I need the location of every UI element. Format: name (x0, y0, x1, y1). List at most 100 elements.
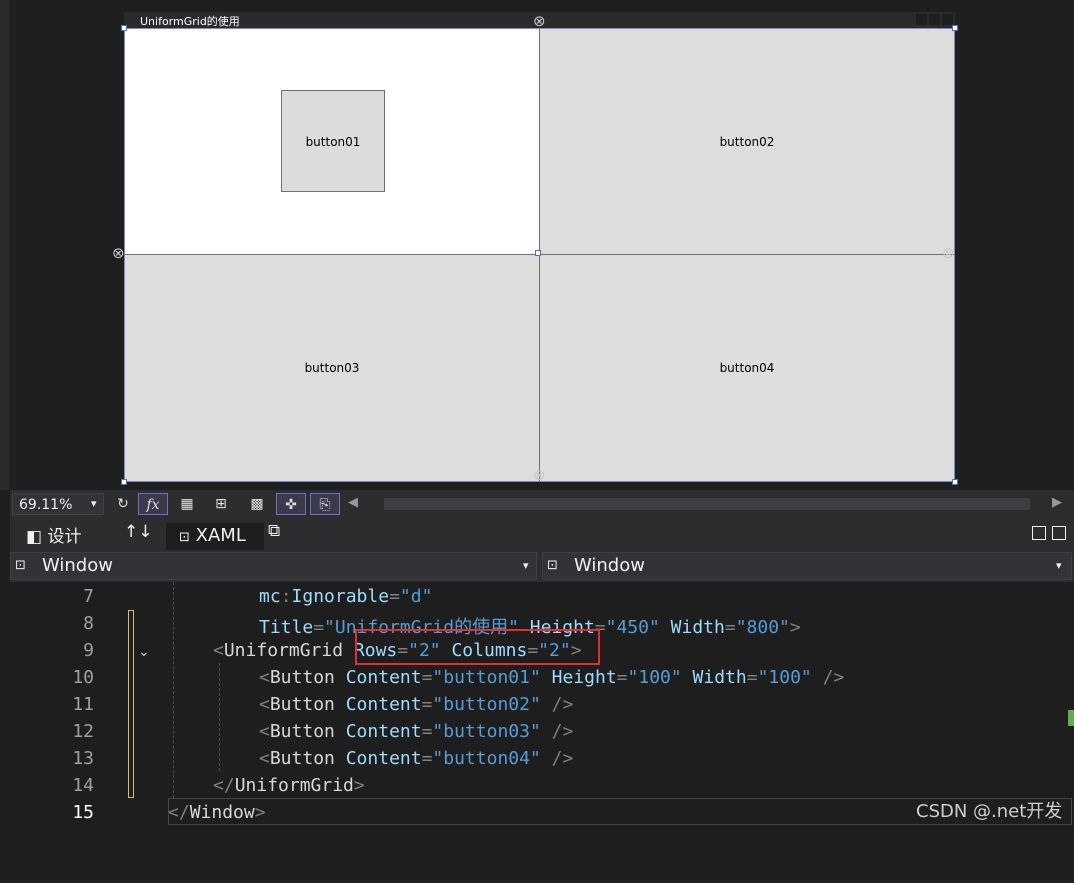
swap-panes-icon[interactable]: ↑↓ (124, 522, 153, 542)
token: Ignorable (291, 586, 390, 607)
scroll-right-icon[interactable]: ▶ (1052, 495, 1062, 510)
button03-control[interactable]: button03 (125, 255, 539, 480)
popout-xaml-icon[interactable]: ⧉ (268, 521, 280, 541)
resize-handle-center[interactable] (535, 250, 541, 256)
token: Content (345, 748, 422, 769)
xaml-code-editor[interactable]: ⌄ 7 mc:Ignorable="d" 8 Title="UniformGri… (10, 582, 1074, 828)
token: </ (213, 775, 235, 796)
snap-gridlines-icon[interactable]: ⊞ (206, 493, 236, 515)
token: = (421, 667, 433, 688)
designed-window[interactable]: UniformGrid的使用 button01 button02 button0… (112, 12, 958, 485)
token: Button (269, 667, 335, 688)
token: Content (345, 721, 422, 742)
button04-control[interactable]: button04 (540, 255, 954, 480)
token: Window (189, 802, 255, 823)
token: = (421, 721, 433, 742)
token: = (421, 748, 433, 769)
close-box-icon (942, 14, 953, 25)
code-line: 11 <Button Content="button02" /> (10, 691, 1074, 718)
token: /> (551, 694, 574, 715)
vertical-split-icon[interactable] (1032, 526, 1046, 540)
token: Title (259, 617, 314, 638)
code-text: <Button Content="button03" /> (259, 721, 573, 742)
token: < (213, 640, 224, 661)
element-icon: ⊡ (547, 558, 558, 573)
token: < (259, 667, 270, 688)
element-icon: ⊡ (15, 558, 26, 573)
watermark: CSDN @.net开发 (916, 801, 1063, 822)
fx-effects-button[interactable]: fx (138, 493, 168, 515)
horizontal-split-icon[interactable] (1052, 526, 1066, 540)
code-text: </UniformGrid> (213, 775, 365, 796)
token: "button01" (432, 667, 541, 688)
tab-xaml[interactable]: ⊡ XAML (166, 523, 264, 550)
left-margin-link-icon[interactable]: ⊗ (112, 246, 125, 261)
scroll-left-icon[interactable]: ◀ (348, 495, 358, 510)
resize-handle-top-right[interactable] (952, 25, 958, 31)
zoom-dropdown[interactable]: 69.11% ▾ (12, 493, 104, 515)
token: /> (551, 721, 574, 742)
zoom-value: 69.11% (19, 497, 73, 513)
horizontal-scrollbar[interactable] (384, 498, 1030, 510)
bottom-margin-link-icon[interactable]: ⊗ (533, 468, 546, 483)
token: = (724, 617, 736, 638)
code-text: <Button Content="button04" /> (259, 748, 573, 769)
designer-toolbar: 69.11% ▾ ↻ fx ▦ ⊞ ▩ ✜ ⎘ ◀ ▶ (10, 490, 1074, 518)
minimize-box-icon (916, 14, 927, 25)
grid-cell-1: button01 (125, 29, 539, 254)
line-number: 13 (72, 748, 94, 769)
element-selector-left[interactable]: ⊡ Window ▾ (10, 552, 537, 580)
token: > (254, 802, 266, 823)
token: < (259, 694, 270, 715)
code-text: <Button Content="button01" Height="100" … (259, 667, 844, 688)
scrollbar-change-marker (1068, 710, 1074, 726)
tab-design[interactable]: ◧ 设计 (26, 522, 82, 547)
token: "d" (399, 586, 433, 607)
token: Content (345, 667, 422, 688)
resize-handle-bottom-left[interactable] (121, 479, 127, 485)
annotation-highlight-box (355, 629, 600, 665)
snap-lines-icon[interactable]: ✜ (276, 493, 306, 515)
token: = (746, 667, 758, 688)
token: /> (551, 748, 574, 769)
button01-control[interactable]: button01 (281, 90, 385, 192)
line-number: 11 (72, 694, 94, 715)
project-code-icon[interactable]: ⎘ (310, 493, 340, 515)
element-selector-right[interactable]: ⊡ Window ▾ (542, 552, 1072, 580)
xaml-view-icon: ⊡ (179, 530, 190, 545)
grid-icon[interactable]: ▦ (172, 493, 202, 515)
token: < (259, 748, 270, 769)
token: Height (551, 667, 617, 688)
code-line: 10 <Button Content="button01" Height="10… (10, 664, 1074, 691)
chevron-down-icon: ▾ (1056, 559, 1062, 572)
token: Button (269, 748, 335, 769)
tab-design-label: 设计 (47, 527, 82, 547)
button01-label: button01 (305, 135, 361, 149)
line-number: 12 (72, 721, 94, 742)
token: Button (269, 721, 335, 742)
resize-handle-top-left[interactable] (121, 25, 127, 31)
code-line-current: 15 </Window> (10, 799, 1074, 826)
line-number: 7 (83, 586, 94, 607)
token: "button02" (432, 694, 541, 715)
token: Width (670, 617, 725, 638)
top-margin-link-icon[interactable]: ⊗ (533, 14, 546, 29)
token: UniformGrid (223, 640, 344, 661)
designer-left-edge (0, 0, 9, 490)
code-line: 13 <Button Content="button04" /> (10, 745, 1074, 772)
token: : (280, 586, 292, 607)
button02-control[interactable]: button02 (540, 29, 954, 254)
token: /> (822, 667, 845, 688)
code-line: 7 mc:Ignorable="d" (10, 583, 1074, 610)
refresh-icon[interactable]: ↻ (108, 493, 138, 515)
resize-handle-bottom-right[interactable] (952, 479, 958, 485)
xaml-designer-canvas[interactable]: UniformGrid的使用 button01 button02 button0… (0, 0, 1074, 490)
code-line: 12 <Button Content="button03" /> (10, 718, 1074, 745)
line-number: 9 (83, 640, 94, 661)
line-number: 15 (72, 802, 94, 823)
right-margin-link-icon[interactable]: ⊗ (942, 246, 955, 261)
token: "button04" (432, 748, 541, 769)
token: Content (345, 694, 422, 715)
token: = (421, 694, 433, 715)
checkerboard-icon[interactable]: ▩ (242, 493, 272, 515)
